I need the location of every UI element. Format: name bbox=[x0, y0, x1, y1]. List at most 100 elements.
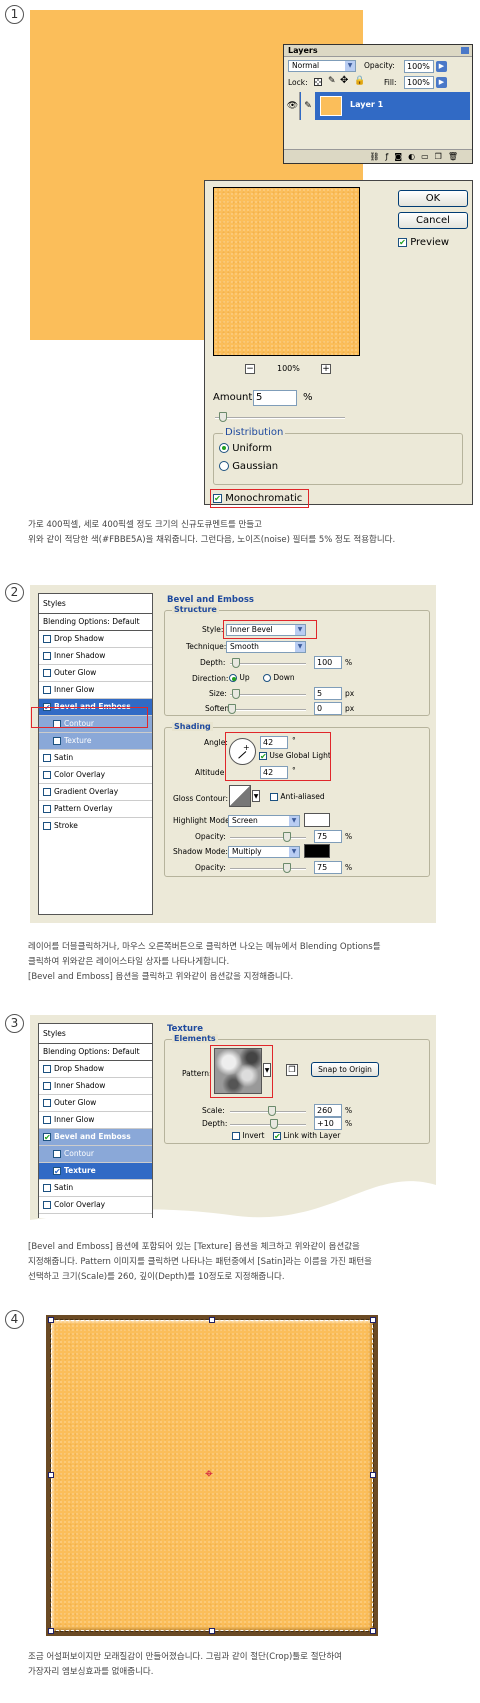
style-item-stroke[interactable]: Stroke bbox=[39, 818, 152, 835]
layers-tab[interactable]: Layers bbox=[288, 45, 318, 57]
adjustment-icon[interactable]: ◐ bbox=[408, 152, 421, 161]
style-item-gradient-overlay[interactable]: Gradient Overlay bbox=[39, 784, 152, 801]
link-with-layer-checkbox[interactable]: ✔ Link with Layer bbox=[273, 1131, 340, 1141]
opacity-arrow-icon[interactable]: ▶ bbox=[436, 61, 447, 72]
style-item-inner-shadow[interactable]: Inner Shadow bbox=[39, 648, 152, 665]
panel-menu-icon[interactable] bbox=[461, 47, 469, 54]
checkbox-icon[interactable] bbox=[43, 1099, 51, 1107]
style-item-contour[interactable]: Contour bbox=[39, 1146, 152, 1163]
depth-input[interactable]: 100 bbox=[314, 656, 342, 669]
invert-checkbox[interactable]: Invert bbox=[232, 1131, 264, 1140]
scale-slider[interactable] bbox=[230, 1106, 306, 1116]
blend-mode-select[interactable]: Normal bbox=[288, 60, 356, 72]
shadow-mode-select[interactable]: Multiply bbox=[228, 846, 300, 858]
highlight-mode-select[interactable]: Screen bbox=[228, 815, 300, 827]
add-mask-icon[interactable]: ◙ bbox=[394, 152, 408, 161]
checkbox-icon[interactable] bbox=[43, 686, 51, 694]
style-item-drop-shadow[interactable]: Drop Shadow bbox=[39, 631, 152, 648]
gloss-contour-picker[interactable] bbox=[229, 785, 251, 807]
preview-checkbox[interactable]: ✔ Preview bbox=[398, 237, 449, 248]
style-item-inner-glow[interactable]: Inner Glow bbox=[39, 682, 152, 699]
checkbox-icon[interactable] bbox=[43, 1201, 51, 1209]
style-item-texture[interactable]: Texture bbox=[39, 733, 152, 750]
style-item-inner-glow[interactable]: Inner Glow bbox=[39, 1112, 152, 1129]
crop-handle-bc[interactable] bbox=[209, 1628, 215, 1634]
scale-slider-thumb[interactable] bbox=[268, 1106, 276, 1116]
layer-name[interactable]: Layer 1 bbox=[350, 100, 383, 109]
ok-button[interactable]: OK bbox=[398, 190, 468, 207]
trash-icon[interactable]: 🗑 bbox=[448, 152, 464, 161]
shadow-opacity-thumb[interactable] bbox=[283, 863, 291, 873]
size-slider[interactable] bbox=[230, 689, 306, 699]
fill-input[interactable]: 100% bbox=[404, 76, 434, 89]
crop-handle-tl[interactable] bbox=[48, 1317, 54, 1323]
crop-handle-ml[interactable] bbox=[48, 1472, 54, 1478]
soften-input[interactable]: 0 bbox=[314, 702, 342, 715]
crop-handle-mr[interactable] bbox=[370, 1472, 376, 1478]
fill-arrow-icon[interactable]: ▶ bbox=[436, 77, 447, 88]
lock-paint-icon[interactable]: ✎ bbox=[328, 76, 336, 86]
checkbox-checked-icon[interactable]: ✔ bbox=[43, 1133, 51, 1142]
style-item-outer-glow[interactable]: Outer Glow bbox=[39, 1095, 152, 1112]
style-item-satin[interactable]: Satin bbox=[39, 750, 152, 767]
shadow-color-swatch[interactable] bbox=[304, 844, 330, 858]
highlight-opacity-input[interactable]: 75 bbox=[314, 830, 342, 843]
checkbox-icon[interactable] bbox=[43, 669, 51, 677]
link-layers-icon[interactable]: ⛓ bbox=[369, 152, 385, 161]
amount-slider[interactable] bbox=[215, 412, 345, 422]
crop-handle-tc[interactable] bbox=[209, 1317, 215, 1323]
highlight-opacity-thumb[interactable] bbox=[283, 832, 291, 842]
shadow-opacity-slider[interactable] bbox=[230, 863, 306, 873]
new-group-icon[interactable]: ▭ bbox=[421, 152, 435, 161]
anti-aliased-checkbox[interactable]: Anti-aliased bbox=[270, 792, 325, 801]
technique-select[interactable]: Smooth bbox=[226, 641, 306, 653]
style-item-color-overlay[interactable]: Color Overlay bbox=[39, 1197, 152, 1214]
lock-transparent-icon[interactable] bbox=[314, 78, 322, 86]
styles-header[interactable]: Styles bbox=[39, 1024, 152, 1044]
checkbox-icon[interactable] bbox=[43, 1116, 51, 1124]
style-item-color-overlay[interactable]: Color Overlay bbox=[39, 767, 152, 784]
checkbox-icon[interactable] bbox=[43, 788, 51, 796]
size-input[interactable]: 5 bbox=[314, 687, 342, 700]
checkbox-checked-icon[interactable]: ✔ bbox=[53, 1167, 61, 1176]
highlight-color-swatch[interactable] bbox=[304, 813, 330, 827]
uniform-radio[interactable]: Uniform bbox=[219, 443, 272, 454]
style-item-inner-shadow[interactable]: Inner Shadow bbox=[39, 1078, 152, 1095]
style-item-blending-options[interactable]: Blending Options: Default bbox=[39, 1044, 152, 1061]
style-item-outer-glow[interactable]: Outer Glow bbox=[39, 665, 152, 682]
checkbox-icon[interactable] bbox=[43, 805, 51, 813]
crop-handle-br[interactable] bbox=[370, 1628, 376, 1634]
gaussian-radio[interactable]: Gaussian bbox=[219, 461, 278, 472]
style-item-bevel-emboss[interactable]: ✔ Bevel and Emboss bbox=[39, 1129, 152, 1146]
crop-center-icon[interactable]: ⌖ bbox=[205, 1467, 213, 1481]
zoom-in-icon[interactable]: + bbox=[321, 364, 331, 374]
visibility-eye-icon[interactable]: 👁 bbox=[286, 92, 300, 120]
style-item-pattern-overlay[interactable]: Pattern Overlay bbox=[39, 801, 152, 818]
texture-depth-thumb[interactable] bbox=[270, 1119, 278, 1129]
gloss-dropdown-icon[interactable]: ▼ bbox=[252, 790, 260, 802]
checkbox-icon[interactable] bbox=[43, 635, 51, 643]
crop-handle-tr[interactable] bbox=[370, 1317, 376, 1323]
opacity-input[interactable]: 100% bbox=[404, 60, 434, 73]
shadow-opacity-input[interactable]: 75 bbox=[314, 861, 342, 874]
checkbox-icon[interactable] bbox=[43, 1082, 51, 1090]
checkbox-icon[interactable] bbox=[43, 1065, 51, 1073]
layer-thumbnail[interactable] bbox=[320, 96, 342, 116]
amount-slider-thumb[interactable] bbox=[219, 412, 227, 422]
direction-up-radio[interactable]: Up bbox=[229, 673, 250, 682]
direction-down-radio[interactable]: Down bbox=[263, 673, 295, 682]
checkbox-icon[interactable] bbox=[43, 771, 51, 779]
checkbox-icon[interactable] bbox=[43, 652, 51, 660]
texture-depth-slider[interactable] bbox=[230, 1119, 306, 1129]
highlight-opacity-slider[interactable] bbox=[230, 832, 306, 842]
styles-header[interactable]: Styles bbox=[39, 594, 152, 614]
style-item-satin[interactable]: Satin bbox=[39, 1180, 152, 1197]
texture-depth-input[interactable]: +10 bbox=[314, 1117, 342, 1130]
checkbox-icon[interactable] bbox=[53, 1150, 61, 1158]
depth-slider-thumb[interactable] bbox=[232, 658, 240, 668]
amount-input[interactable]: 5 bbox=[253, 390, 297, 406]
checkbox-icon[interactable] bbox=[53, 737, 61, 745]
new-layer-icon[interactable]: ❐ bbox=[435, 152, 448, 161]
zoom-out-icon[interactable]: − bbox=[245, 364, 255, 374]
lock-move-icon[interactable]: ✥ bbox=[340, 75, 348, 86]
